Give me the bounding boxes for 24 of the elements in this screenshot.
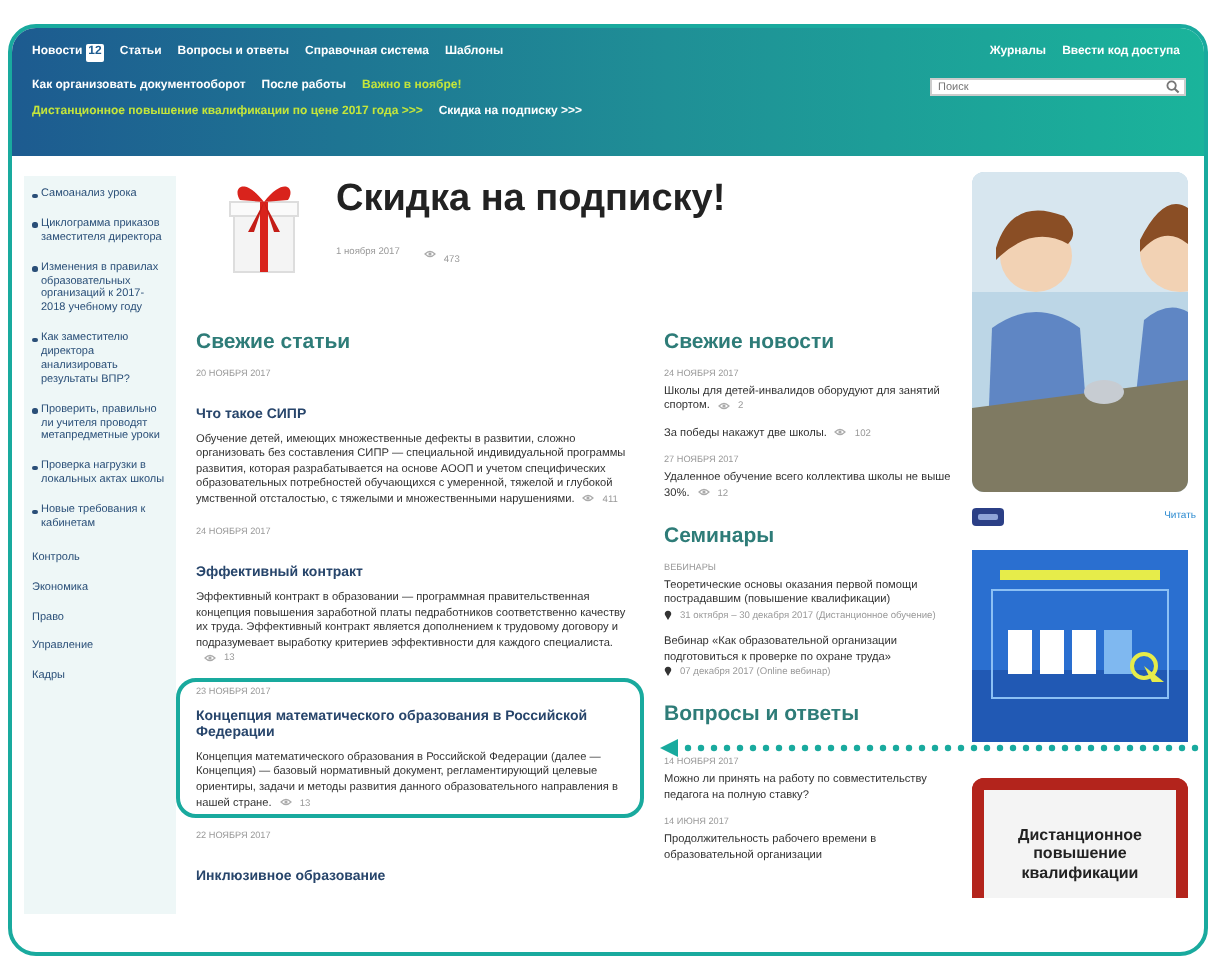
bullet-icon — [32, 509, 37, 514]
eye-icon — [279, 798, 292, 807]
section-heading: Вопросы и ответы — [664, 700, 862, 731]
ad-text: Дистанционное повышение квалификации — [1016, 826, 1144, 882]
eye-icon — [717, 401, 730, 410]
eye-icon — [582, 494, 595, 503]
bullet-icon — [32, 266, 37, 272]
bullet-icon — [32, 465, 37, 471]
bullet-icon — [32, 408, 37, 414]
eye-icon — [834, 428, 847, 437]
promo-title[interactable]: Скидка на подписку! — [336, 180, 726, 222]
pin-icon — [664, 666, 672, 677]
section-heading: Семинары — [664, 522, 777, 553]
eye-icon — [423, 249, 436, 258]
bullet-icon — [32, 193, 37, 198]
eye-icon — [697, 488, 710, 497]
logo-icon[interactable] — [972, 508, 1004, 526]
section-heading: Свежие новости — [664, 328, 837, 358]
bullet-icon — [32, 337, 37, 343]
bullet-icon — [32, 222, 37, 228]
eye-icon — [204, 653, 216, 662]
pin-icon — [664, 610, 672, 620]
ad-banner[interactable]: Дистанционное повышение квалификации — [972, 778, 1188, 898]
section-heading: Свежие статьи — [196, 328, 353, 358]
